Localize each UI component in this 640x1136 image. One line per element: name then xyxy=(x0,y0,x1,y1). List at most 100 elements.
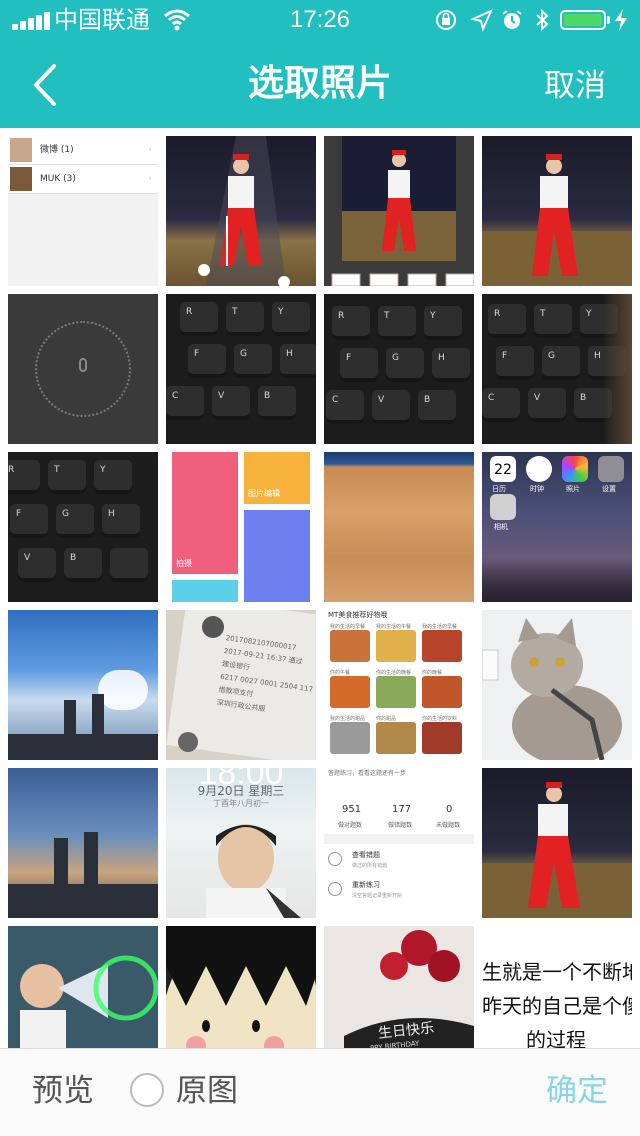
text-line: 生就是一个不断地 xyxy=(482,960,632,984)
dancer-photo xyxy=(482,782,632,918)
bluetooth-icon xyxy=(536,8,549,32)
photo-thumbnail[interactable]: 图片编辑 拍摄 xyxy=(166,452,316,602)
key-label: T xyxy=(384,311,390,321)
food-header: MT美食推荐好物哦 xyxy=(328,611,388,619)
photo-thumbnail[interactable]: 答题练习，看看这题还有一步 951 177 0 做对题数 做错题数 未做题数 查… xyxy=(324,768,474,918)
stat-number: 0 xyxy=(446,804,453,815)
portrait-photo xyxy=(206,824,301,918)
stat-label: 做对题数 xyxy=(338,822,363,829)
photo-thumbnail[interactable]: MT美食推荐好物哦 我的生活的早餐 我的生活的午餐 我的生活的早餐 你的午餐 你… xyxy=(324,610,474,760)
key-label: H xyxy=(108,509,115,519)
photo-thumbnail[interactable]: 生日快乐 PPY BIRTHDAY xyxy=(324,926,474,1048)
food-caption: 你的甜品 xyxy=(376,716,397,722)
calendar-app-icon: 22 xyxy=(490,456,516,482)
photo-thumbnail[interactable]: 生就是一个不断地 昨天的自己是个傻 的过程 xyxy=(482,926,632,1048)
photo-thumbnail[interactable]: 22 日历 时钟 照片 设置 相机 xyxy=(482,452,632,602)
clock-app-icon xyxy=(526,456,552,482)
key-label: V xyxy=(534,393,541,403)
photo-thumbnail[interactable]: R T Y F G H C V B xyxy=(482,294,632,444)
key-label: H xyxy=(594,351,601,361)
stat-number: 951 xyxy=(342,804,362,815)
preview-button[interactable]: 预览 xyxy=(32,1069,94,1113)
food-caption: 我的生活的早餐 xyxy=(422,624,458,630)
photo-thumbnail[interactable] xyxy=(324,136,474,286)
rotation-lock-icon xyxy=(436,10,456,30)
photo-thumbnail[interactable]: R T Y F G H C V B xyxy=(324,294,474,444)
key-label: G xyxy=(548,351,555,361)
original-image-radio[interactable] xyxy=(130,1073,164,1107)
photo-thumbnail[interactable] xyxy=(8,926,158,1048)
photo-thumbnail[interactable] xyxy=(324,452,474,602)
photo-grid: 微博 (1) › MUK (3) › R T Y F G H C V B R T… xyxy=(0,128,640,1048)
photo-thumbnail[interactable]: R T Y F G H V B xyxy=(8,452,158,602)
key-label: F xyxy=(346,353,352,363)
photo-thumbnail[interactable] xyxy=(8,768,158,918)
key-label: T xyxy=(232,307,238,317)
photos-app-icon xyxy=(562,456,588,482)
photo-thumbnail[interactable]: 18:00 9月20日 星期三 丁酉年八月初一 xyxy=(166,768,316,918)
original-image-label[interactable]: 原图 xyxy=(176,1069,238,1113)
charging-icon xyxy=(615,9,627,31)
cartoon-photo xyxy=(166,926,316,1048)
key-label: F xyxy=(16,509,22,519)
food-caption: 我的生活的甜品 xyxy=(330,716,366,722)
status-bar: 中国联通 17:26 xyxy=(0,0,640,40)
food-caption: 你的午餐 xyxy=(330,670,351,676)
text-line: 昨天的自己是个傻 xyxy=(482,994,632,1018)
key-label: B xyxy=(424,395,431,405)
key-label: B xyxy=(264,391,271,401)
key-label: B xyxy=(70,553,77,563)
photo-thumbnail[interactable] xyxy=(482,768,632,918)
location-icon xyxy=(470,9,493,32)
battery-tip xyxy=(607,16,610,24)
stats-item: 查看错题 xyxy=(352,851,380,859)
app-label: 设置 xyxy=(602,485,616,493)
key-label: V xyxy=(218,391,225,401)
photo-thumbnail[interactable]: 微博 (1) › MUK (3) › xyxy=(8,136,158,286)
key-label: F xyxy=(194,349,200,359)
key-label: G xyxy=(240,349,247,359)
top-bar: 中国联通 17:26 选取照片 取消 xyxy=(0,0,640,128)
stats-header: 答题练习，看看这题还有一步 xyxy=(328,770,407,777)
dancer-photo xyxy=(331,136,474,286)
key-label: H xyxy=(438,353,445,363)
key-label: Y xyxy=(278,307,284,317)
key-label: C xyxy=(488,393,495,403)
photo-thumbnail[interactable]: 2017082107000017 2017-09-21 16:37 通过 建设银… xyxy=(166,610,316,760)
key-label: V xyxy=(378,395,385,405)
stat-number: 177 xyxy=(392,804,412,815)
photo-thumbnail[interactable] xyxy=(8,610,158,760)
dancer-photo xyxy=(198,136,290,286)
key-label: C xyxy=(332,395,339,405)
app-label: 相机 xyxy=(494,523,508,531)
alarm-icon xyxy=(502,10,522,29)
album-row-label: 微博 (1) xyxy=(40,145,74,155)
album-row-label: MUK (3) xyxy=(40,174,76,184)
tile-label: 图片编辑 xyxy=(248,489,280,498)
key-label: R xyxy=(338,311,345,321)
food-caption: 你的晚餐 xyxy=(422,670,443,676)
tile-label: 拍摄 xyxy=(176,559,192,568)
stats-item: 重新练习 xyxy=(352,881,380,889)
photo-thumbnail[interactable] xyxy=(166,136,316,286)
key-label: T xyxy=(54,465,60,475)
cancel-button[interactable]: 取消 xyxy=(544,66,606,106)
key-label: B xyxy=(580,393,587,403)
food-caption: 你的生活的饮料 xyxy=(422,716,458,722)
key-label: R xyxy=(494,309,501,319)
photo-thumbnail[interactable]: R T Y F G H C V B xyxy=(166,294,316,444)
cat-photo xyxy=(482,618,622,760)
photo-thumbnail[interactable] xyxy=(166,926,316,1048)
food-caption: 你的生活的晚餐 xyxy=(376,670,412,676)
settings-app-icon xyxy=(598,456,624,482)
photo-thumbnail[interactable] xyxy=(8,294,158,444)
photo-thumbnail[interactable] xyxy=(482,136,632,286)
avatar xyxy=(178,732,198,752)
key-label: G xyxy=(62,509,69,519)
food-caption: 我的生活的午餐 xyxy=(376,624,412,630)
photo-thumbnail[interactable] xyxy=(482,610,632,760)
bottom-toolbar: 预览 原图 确定 xyxy=(0,1048,640,1136)
confirm-button[interactable]: 确定 xyxy=(546,1069,608,1113)
key-label: T xyxy=(540,309,546,319)
stats-item-sub: 做过的所有错题 xyxy=(352,863,388,869)
